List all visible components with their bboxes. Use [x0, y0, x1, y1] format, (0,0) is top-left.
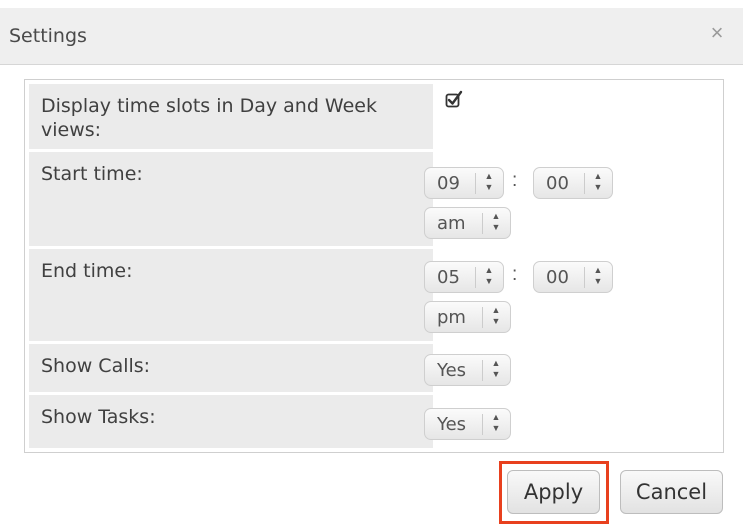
- label-cell: Show Tasks:: [29, 395, 433, 448]
- label-cell: Show Calls:: [29, 344, 433, 392]
- value-cell: [437, 80, 723, 149]
- show-tasks-select[interactable]: Yes ▲ ▼: [424, 408, 511, 440]
- time-separator: :: [512, 170, 518, 191]
- row-display-time-slots: Display time slots in Day and Week views…: [25, 80, 723, 149]
- show-calls-select[interactable]: Yes ▲ ▼: [424, 354, 511, 386]
- settings-table: Display time slots in Day and Week views…: [24, 79, 724, 453]
- end-minute-value: 00: [546, 267, 569, 288]
- label-cell: End time:: [29, 249, 433, 341]
- display-time-slots-label: Display time slots in Day and Week views…: [41, 95, 377, 141]
- start-meridiem-select[interactable]: am ▲ ▼: [424, 207, 511, 239]
- up-down-arrows-icon: ▲ ▼: [593, 171, 603, 192]
- label-cell: Start time:: [29, 152, 433, 246]
- dialog-title: Settings: [9, 25, 87, 47]
- start-minute-value: 00: [546, 173, 569, 194]
- show-calls-label: Show Calls:: [41, 355, 151, 377]
- time-separator: :: [512, 264, 518, 285]
- dialog-header: Settings ×: [0, 8, 743, 65]
- value-cell: Yes ▲ ▼: [424, 344, 723, 392]
- end-hour-select[interactable]: 05 ▲ ▼: [424, 261, 504, 293]
- row-show-calls: Show Calls: Yes ▲ ▼: [25, 344, 723, 392]
- end-hour-value: 05: [437, 267, 460, 288]
- display-time-slots-checkbox[interactable]: [445, 90, 463, 108]
- end-time-label: End time:: [41, 260, 133, 282]
- value-cell: 05 ▲ ▼ : 00 ▲ ▼ pm ▲ ▼: [424, 249, 723, 341]
- up-down-arrows-icon: ▲ ▼: [491, 412, 501, 433]
- show-tasks-value: Yes: [437, 414, 467, 435]
- end-meridiem-select[interactable]: pm ▲ ▼: [424, 301, 511, 333]
- apply-button[interactable]: Apply: [507, 470, 600, 514]
- start-minute-select[interactable]: 00 ▲ ▼: [533, 167, 613, 199]
- row-end-time: End time: 05 ▲ ▼ : 00 ▲ ▼ pm ▲ ▼: [25, 249, 723, 341]
- up-down-arrows-icon: ▲ ▼: [484, 171, 494, 192]
- start-hour-value: 09: [437, 173, 460, 194]
- row-start-time: Start time: 09 ▲ ▼ : 00 ▲ ▼ am ▲ ▼: [25, 152, 723, 246]
- value-cell: Yes ▲ ▼: [424, 395, 723, 448]
- start-time-label: Start time:: [41, 163, 143, 185]
- up-down-arrows-icon: ▲ ▼: [484, 265, 494, 286]
- close-icon[interactable]: ×: [706, 20, 728, 46]
- row-show-tasks: Show Tasks: Yes ▲ ▼: [25, 395, 723, 448]
- up-down-arrows-icon: ▲ ▼: [593, 265, 603, 286]
- end-minute-select[interactable]: 00 ▲ ▼: [533, 261, 613, 293]
- cancel-button[interactable]: Cancel: [620, 470, 723, 514]
- value-cell: 09 ▲ ▼ : 00 ▲ ▼ am ▲ ▼: [424, 152, 723, 246]
- up-down-arrows-icon: ▲ ▼: [491, 305, 501, 326]
- show-tasks-label: Show Tasks:: [41, 406, 156, 428]
- label-cell: Display time slots in Day and Week views…: [29, 84, 433, 149]
- start-hour-select[interactable]: 09 ▲ ▼: [424, 167, 504, 199]
- up-down-arrows-icon: ▲ ▼: [491, 358, 501, 379]
- top-strip: [0, 0, 743, 8]
- end-meridiem-value: pm: [437, 307, 466, 328]
- show-calls-value: Yes: [437, 360, 467, 381]
- up-down-arrows-icon: ▲ ▼: [491, 211, 501, 232]
- start-meridiem-value: am: [437, 213, 466, 234]
